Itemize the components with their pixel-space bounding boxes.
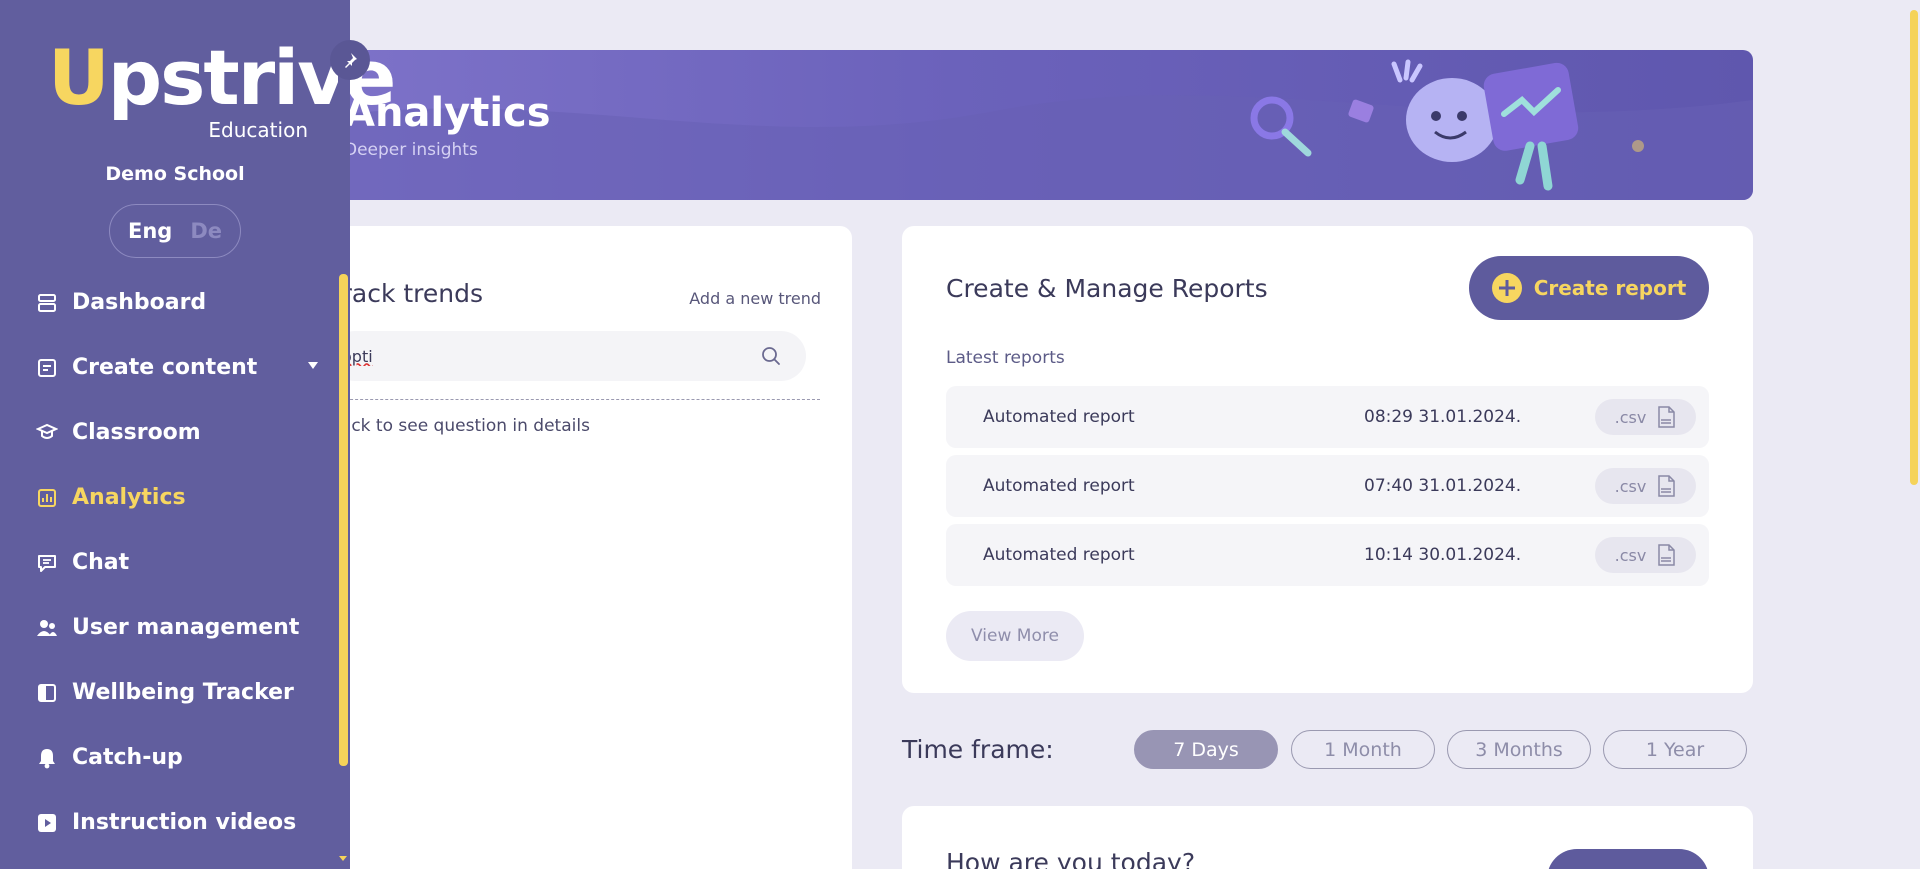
sidebar-item-wellbeing-tracker[interactable]: Wellbeing Tracker [0, 660, 338, 725]
sidebar-item-label: Dashboard [72, 290, 207, 315]
chat-icon [36, 552, 58, 574]
download-csv-button[interactable]: .csv [1595, 468, 1696, 504]
language-toggle[interactable]: Eng De [109, 204, 241, 258]
sidebar-item-label: Chat [72, 550, 130, 575]
report-time: 08:29 31.01.2024. [1364, 407, 1522, 427]
wellbeing-action-button[interactable] [1547, 849, 1709, 869]
sidebar-item-user-management[interactable]: User management [0, 595, 338, 660]
sidebar-item-catch-up[interactable]: Catch-up [0, 725, 338, 790]
sidebar-item-label: Analytics [72, 485, 186, 510]
report-name: Automated report [983, 476, 1135, 496]
report-time: 07:40 31.01.2024. [1364, 476, 1522, 496]
report-row[interactable]: Automated report 07:40 31.01.2024. .csv [946, 455, 1709, 517]
user-management-icon [36, 617, 58, 639]
how-are-you-title: How are you today? [946, 848, 1196, 869]
timeframe-1-year[interactable]: 1 Year [1603, 730, 1747, 769]
csv-file-icon [1658, 475, 1676, 497]
sidebar-item-classroom[interactable]: Classroom [0, 400, 338, 465]
search-icon[interactable] [761, 346, 781, 366]
trend-search-input[interactable] [342, 346, 742, 366]
download-csv-button[interactable]: .csv [1595, 399, 1696, 435]
track-trends-title: Track trends [330, 279, 484, 308]
sidebar-item-analytics[interactable]: Analytics [0, 465, 338, 530]
report-name: Automated report [983, 545, 1135, 565]
trend-search-box[interactable] [330, 331, 806, 381]
time-frame-label: Time frame: [902, 735, 1054, 764]
page-scrollbar-thumb[interactable] [1910, 10, 1918, 485]
timeframe-1-month[interactable]: 1 Month [1291, 730, 1435, 769]
chevron-down-icon[interactable] [308, 362, 318, 369]
wellbeing-card: How are you today? [902, 806, 1753, 869]
csv-label: .csv [1614, 476, 1647, 496]
report-name: Automated report [983, 407, 1135, 427]
sidebar-item-instruction-videos[interactable]: Instruction videos [0, 790, 338, 855]
sidebar-item-label: Catch-up [72, 745, 183, 770]
page-subtitle: Deeper insights [344, 140, 478, 160]
divider [330, 399, 820, 400]
reports-title: Create & Manage Reports [946, 274, 1268, 303]
view-more-button[interactable]: View More [946, 611, 1084, 661]
plus-icon [1491, 273, 1522, 303]
sidebar-nav: Dashboard Create content Classroom Analy… [0, 270, 338, 855]
csv-label: .csv [1614, 407, 1647, 427]
create-report-button[interactable]: Create report [1469, 256, 1709, 320]
sidebar-item-label: Classroom [72, 420, 201, 445]
latest-reports-label: Latest reports [946, 348, 1065, 368]
sidebar-item-dashboard[interactable]: Dashboard [0, 270, 338, 335]
sidebar-item-create-content[interactable]: Create content [0, 335, 338, 400]
lang-english[interactable]: Eng [128, 219, 172, 243]
sidebar: Upstrive Education Demo School Eng De Da… [0, 0, 396, 869]
sidebar-item-label: User management [72, 615, 300, 640]
logo-subtitle: Education [208, 118, 308, 142]
report-row[interactable]: Automated report 10:14 30.01.2024. .csv [946, 524, 1709, 586]
wellbeing-icon [36, 682, 58, 704]
create-content-icon [36, 357, 58, 379]
page-scrollbar[interactable] [1906, 0, 1920, 869]
question-details-hint: Click to see question in details [330, 416, 590, 436]
sidebar-item-label: Create content [72, 355, 258, 380]
lang-german[interactable]: De [190, 219, 222, 243]
scroll-down-arrow-icon[interactable] [339, 856, 347, 861]
classroom-icon [36, 422, 58, 444]
pin-icon[interactable] [330, 40, 370, 80]
bell-icon [36, 747, 58, 769]
sidebar-scrollbar-thumb[interactable] [339, 274, 348, 766]
mascot-illustration [1250, 59, 1644, 191]
analytics-icon [36, 487, 58, 509]
reports-card: Create & Manage Reports Create report La… [902, 226, 1753, 693]
csv-label: .csv [1614, 545, 1647, 565]
csv-file-icon [1658, 406, 1676, 428]
csv-file-icon [1658, 544, 1676, 566]
download-csv-button[interactable]: .csv [1595, 537, 1696, 573]
report-time: 10:14 30.01.2024. [1364, 545, 1522, 565]
create-report-label: Create report [1533, 276, 1687, 300]
upstrive-logo: Upstrive Education [48, 40, 396, 150]
sidebar-item-chat[interactable]: Chat [0, 530, 338, 595]
video-icon [36, 812, 58, 834]
report-row[interactable]: Automated report 08:29 31.01.2024. .csv [946, 386, 1709, 448]
track-trends-card: Track trends Add a new trend Click to se… [300, 226, 852, 869]
school-name: Demo School [105, 163, 245, 185]
sidebar-item-label: Wellbeing Tracker [72, 680, 294, 705]
analytics-banner: Analytics Deeper insights [300, 50, 1753, 200]
sidebar-item-label: Instruction videos [72, 810, 297, 835]
dashboard-icon [36, 292, 58, 314]
timeframe-3-months[interactable]: 3 Months [1447, 730, 1591, 769]
timeframe-7-days[interactable]: 7 Days [1134, 730, 1278, 769]
add-new-trend-link[interactable]: Add a new trend [689, 289, 821, 308]
